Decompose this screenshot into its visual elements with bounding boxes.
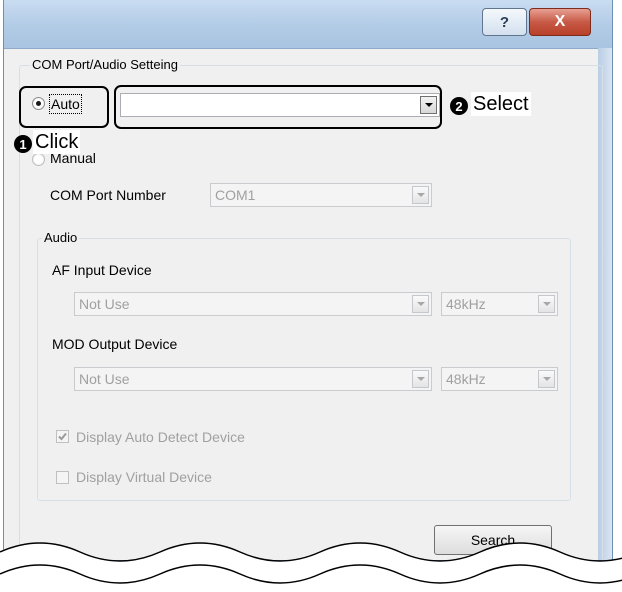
dropdown-arrow-icon[interactable] <box>412 295 429 313</box>
com-port-value: COM1 <box>215 187 256 203</box>
step2-text: Select <box>471 92 531 116</box>
dropdown-arrow-icon[interactable] <box>412 370 429 388</box>
step2-badge: 2 <box>450 97 468 115</box>
af-sample-rate-value: 48kHz <box>446 296 486 312</box>
mod-output-device-value: Not Use <box>79 371 130 387</box>
callout-box-auto <box>19 86 109 128</box>
af-input-device-value: Not Use <box>79 296 130 312</box>
dropdown-arrow-icon[interactable] <box>538 295 555 313</box>
close-button[interactable]: X <box>529 8 591 36</box>
step1-badge: 1 <box>14 135 32 153</box>
help-button[interactable]: ? <box>482 8 527 36</box>
com-port-select[interactable]: COM1 <box>210 183 432 207</box>
mod-output-device-select[interactable]: Not Use <box>74 367 432 391</box>
af-sample-rate-select[interactable]: 48kHz <box>441 292 558 316</box>
torn-edge-graphic <box>0 542 622 592</box>
af-input-device-select[interactable]: Not Use <box>74 292 432 316</box>
audio-group-legend: Audio <box>42 230 80 246</box>
dropdown-arrow-icon[interactable] <box>412 186 429 204</box>
display-auto-detect-label: Display Auto Detect Device <box>76 429 245 445</box>
manual-radio[interactable] <box>32 153 45 166</box>
af-input-device-label: AF Input Device <box>52 262 152 278</box>
com-group-legend: COM Port/Audio Setteing <box>30 57 180 73</box>
title-bar: ? X <box>4 0 612 49</box>
step1-text: Click <box>33 130 81 154</box>
checkmark-icon <box>58 432 67 441</box>
display-virtual-device-checkbox[interactable] <box>56 471 69 484</box>
mod-sample-rate-select[interactable]: 48kHz <box>441 367 558 391</box>
callout-box-select <box>114 85 442 129</box>
mod-sample-rate-value: 48kHz <box>446 371 486 387</box>
mod-output-device-label: MOD Output Device <box>52 336 178 352</box>
com-port-number-label: COM Port Number <box>50 187 166 203</box>
display-virtual-device-label: Display Virtual Device <box>76 469 212 485</box>
dropdown-arrow-icon[interactable] <box>538 370 555 388</box>
display-auto-detect-checkbox[interactable] <box>56 430 69 443</box>
